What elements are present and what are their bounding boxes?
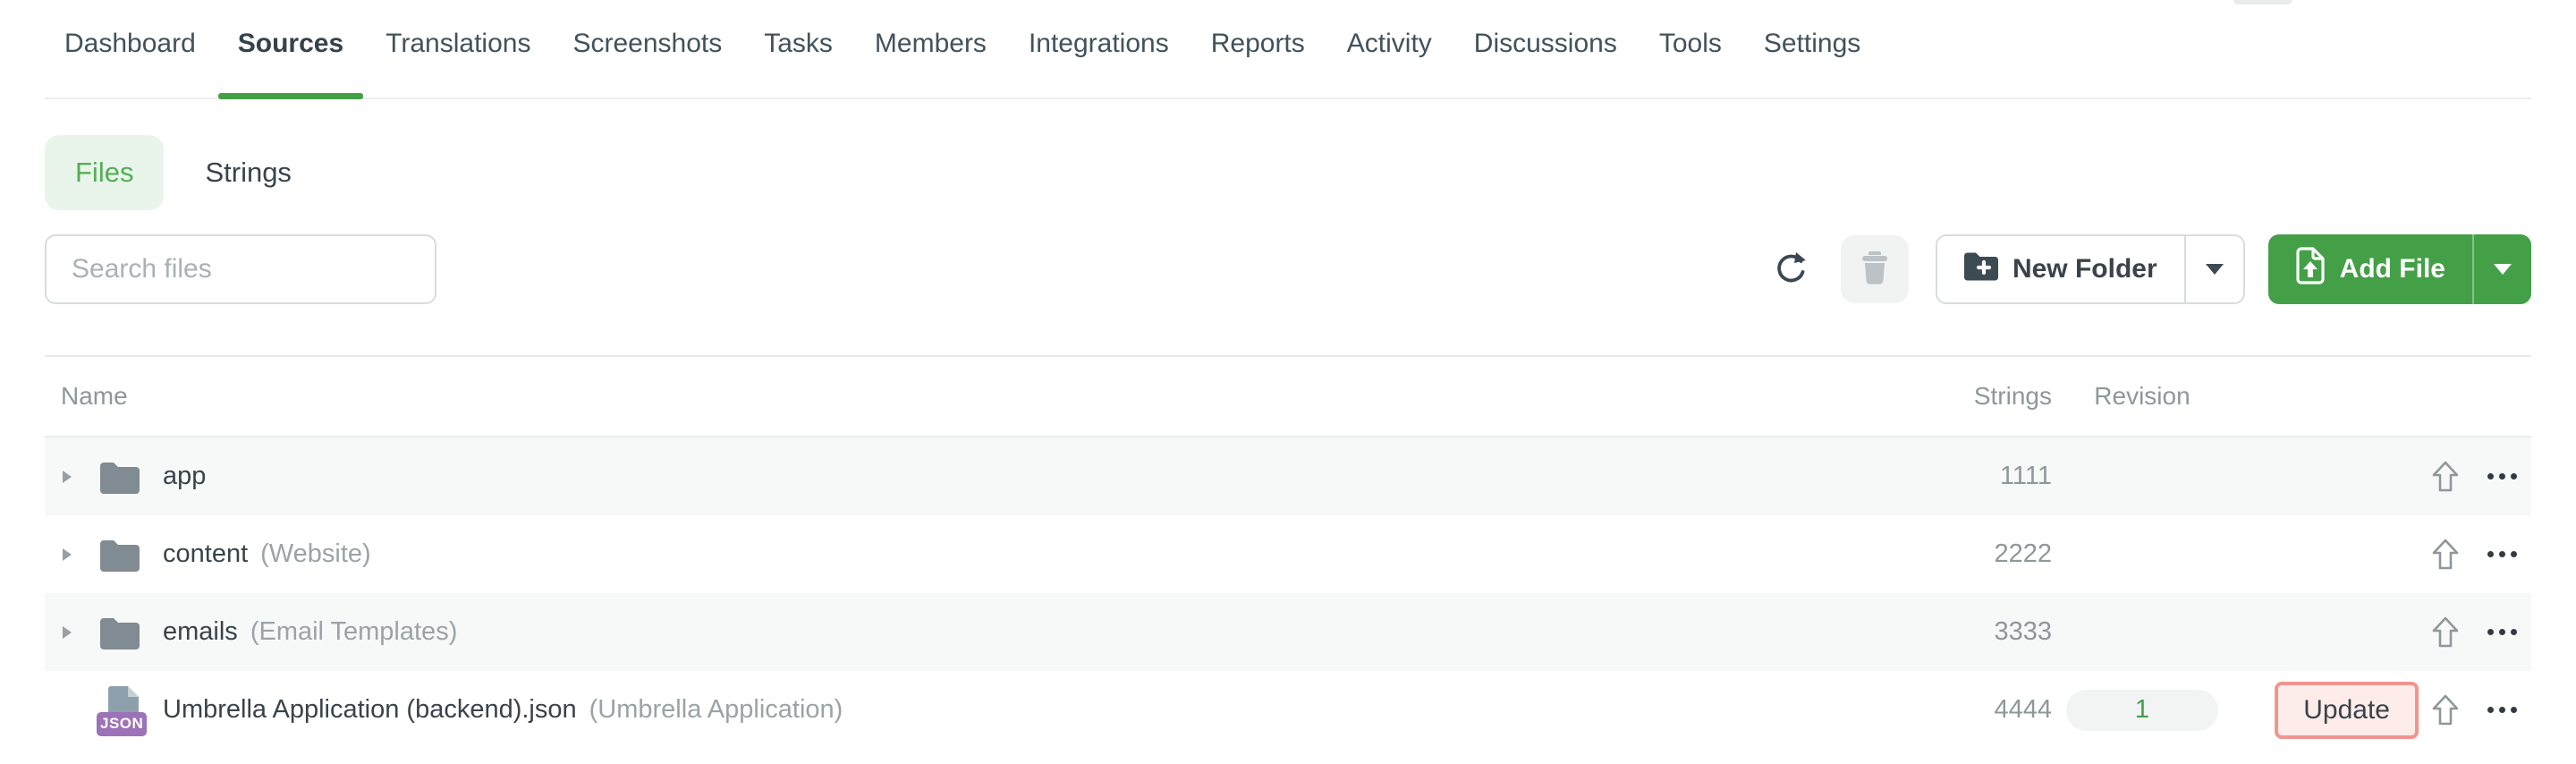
new-folder-label: New Folder xyxy=(2012,254,2157,284)
new-folder-button[interactable]: New Folder xyxy=(1937,236,2184,302)
table-row[interactable]: emails (Email Templates) 3333 xyxy=(45,593,2531,671)
folder-plus-icon xyxy=(1963,250,1998,288)
table-row[interactable]: app 1111 xyxy=(45,437,2531,515)
nav-item-activity[interactable]: Activity xyxy=(1347,27,1432,61)
new-folder-dropdown[interactable] xyxy=(2183,236,2243,302)
add-file-split-button: Add File xyxy=(2267,234,2531,304)
table-body: app 1111 content (Website) 2222 emails (… xyxy=(45,437,2531,749)
json-badge: JSON xyxy=(97,711,148,736)
folder-name[interactable]: content xyxy=(163,539,248,569)
upload-icon[interactable] xyxy=(2431,693,2460,727)
add-file-dropdown[interactable] xyxy=(2472,234,2531,304)
folder-title: (Email Templates) xyxy=(250,617,458,646)
table-row[interactable]: content (Website) 2222 xyxy=(45,515,2531,593)
update-button[interactable]: Update xyxy=(2275,681,2419,739)
view-toggle: Files Strings xyxy=(45,135,2531,210)
column-header-name: Name xyxy=(61,382,128,410)
more-actions-icon[interactable] xyxy=(2487,698,2517,722)
nav-item-reports[interactable]: Reports xyxy=(1211,27,1305,61)
partial-element-top xyxy=(2233,0,2292,4)
nav-item-screenshots[interactable]: Screenshots xyxy=(572,27,722,61)
trash-icon xyxy=(1860,250,1889,289)
expand-caret-icon[interactable] xyxy=(61,469,79,485)
nav-item-sources[interactable]: Sources xyxy=(217,27,364,99)
expand-caret-icon[interactable] xyxy=(61,624,79,641)
column-header-strings: Strings xyxy=(1973,382,2052,410)
refresh-icon xyxy=(1773,250,1809,290)
folder-name[interactable]: emails xyxy=(163,617,238,647)
toolbar-actions: New Folder Add File xyxy=(1771,234,2531,304)
nav-item-tasks[interactable]: Tasks xyxy=(764,27,833,61)
nav-item-translations[interactable]: Translations xyxy=(386,27,530,61)
expand-caret-icon[interactable] xyxy=(61,547,79,563)
strings-count: 1111 xyxy=(1999,462,2052,490)
delete-button[interactable] xyxy=(1840,235,1909,303)
files-toolbar: New Folder Add File xyxy=(45,233,2531,305)
nav-item-tools[interactable]: Tools xyxy=(1659,27,1722,61)
folder-icon xyxy=(98,615,141,649)
upload-icon[interactable] xyxy=(2431,615,2460,649)
more-actions-icon[interactable] xyxy=(2487,620,2517,644)
nav-item-discussions[interactable]: Discussions xyxy=(1474,27,1617,61)
more-actions-icon[interactable] xyxy=(2487,542,2517,566)
chevron-down-icon xyxy=(2205,264,2224,275)
more-actions-icon[interactable] xyxy=(2487,464,2517,488)
revision-badge[interactable]: 1 xyxy=(2066,689,2218,731)
strings-count: 3333 xyxy=(1994,617,2052,646)
search-input[interactable] xyxy=(45,234,436,304)
folder-title: (Website) xyxy=(260,539,371,568)
new-folder-split-button: New Folder xyxy=(1935,234,2245,304)
nav-item-dashboard[interactable]: Dashboard xyxy=(64,27,196,61)
folder-icon xyxy=(98,538,141,572)
strings-count: 2222 xyxy=(1994,539,2052,568)
refresh-button[interactable] xyxy=(1771,250,1810,290)
files-table: Name Strings Revision app 1111 content (… xyxy=(45,357,2531,749)
table-row[interactable]: JSON Umbrella Application (backend).json… xyxy=(45,671,2531,749)
toggle-strings[interactable]: Strings xyxy=(205,157,291,189)
strings-count: 4444 xyxy=(1994,695,2052,724)
chevron-down-icon xyxy=(2494,264,2512,275)
nav-item-members[interactable]: Members xyxy=(875,27,987,61)
column-header-revision: Revision xyxy=(2094,382,2190,410)
file-title: (Umbrella Application) xyxy=(589,695,843,724)
file-name[interactable]: Umbrella Application (backend).json xyxy=(163,695,577,725)
nav-item-settings[interactable]: Settings xyxy=(1764,27,1860,61)
file-upload-icon xyxy=(2295,247,2326,292)
nav-item-integrations[interactable]: Integrations xyxy=(1029,27,1169,61)
project-nav: Dashboard Sources Translations Screensho… xyxy=(45,0,2531,99)
json-file-icon: JSON xyxy=(97,684,148,736)
add-file-button[interactable]: Add File xyxy=(2268,234,2472,304)
folder-icon xyxy=(98,460,141,494)
upload-icon[interactable] xyxy=(2431,538,2460,572)
table-header: Name Strings Revision xyxy=(45,357,2531,437)
add-file-label: Add File xyxy=(2339,254,2445,284)
upload-icon[interactable] xyxy=(2431,460,2460,494)
toggle-files[interactable]: Files xyxy=(45,135,165,210)
sources-page: Dashboard Sources Translations Screensho… xyxy=(0,0,2576,764)
folder-name[interactable]: app xyxy=(163,462,206,491)
